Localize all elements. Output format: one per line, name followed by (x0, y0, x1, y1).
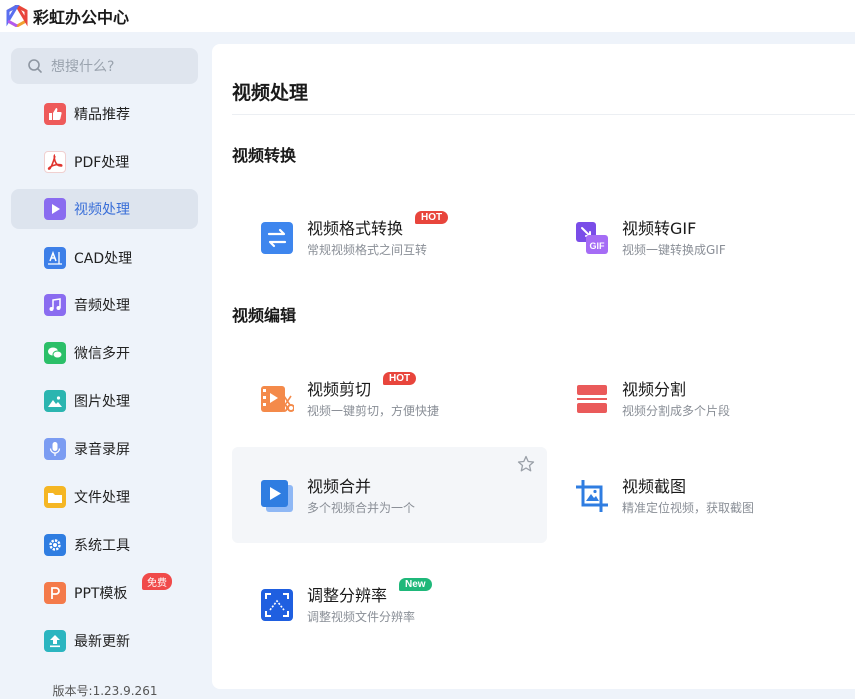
video-cut-card[interactable]: 视频剪切 HOT 视频一键剪切，方便快捷 (232, 350, 547, 446)
wechat-icon (44, 342, 66, 364)
merge-icon (261, 480, 293, 512)
card-title: 视频合并 (307, 477, 372, 496)
card-desc: 调整视频文件分辨率 (307, 610, 416, 624)
sidebar-item-label: 录音录屏 (74, 442, 130, 458)
card-title: 视频格式转换 (307, 219, 404, 238)
main-panel: 视频处理 视频转换 视频格式转换 HOT 常规视频格式之间互转 GIF 视频转G… (212, 44, 855, 689)
sidebar-item-cad[interactable]: CAD处理 (11, 238, 198, 278)
card-title: 视频剪切 (307, 380, 372, 399)
card-desc: 多个视频合并为一个 (307, 501, 416, 515)
sidebar-item-audio[interactable]: 音频处理 (11, 285, 198, 325)
sidebar-item-ppt[interactable]: PPT模板 免费 (11, 573, 198, 613)
search-icon (28, 59, 42, 73)
gif-icon: GIF (576, 222, 608, 254)
pdf-icon (44, 151, 66, 173)
video-merge-card[interactable]: 视频合并 多个视频合并为一个 (232, 447, 547, 543)
new-tag: New (399, 578, 432, 591)
adjust-resolution-card[interactable]: 调整分辨率 New 调整视频文件分辨率 (232, 556, 547, 652)
version-label: 版本号:1.23.9.261 (52, 684, 158, 698)
video-to-gif-card[interactable]: GIF 视频转GIF 视频一键转换成GIF (547, 189, 855, 285)
cad-icon (44, 247, 66, 269)
card-title: 调整分辨率 (307, 586, 388, 605)
sidebar-item-video[interactable]: 视频处理 (11, 189, 198, 229)
sidebar-item-featured[interactable]: 精品推荐 (11, 94, 198, 134)
card-desc: 常规视频格式之间互转 (307, 243, 428, 257)
sidebar-item-label: 精品推荐 (74, 107, 130, 123)
section-title: 视频转换 (232, 146, 297, 165)
upload-icon (44, 630, 66, 652)
convert-arrows-icon (261, 222, 293, 254)
sidebar: 想搜什么? 精品推荐 PDF处理 视频处理 CAD处理 音频处理 微信多开 图片… (0, 32, 212, 699)
sidebar-item-label: PDF处理 (74, 155, 130, 171)
free-badge: 免费 (142, 573, 172, 590)
microphone-icon (44, 438, 66, 460)
card-desc: 视频分割成多个片段 (622, 404, 731, 418)
card-desc: 视频一键转换成GIF (622, 243, 726, 257)
sidebar-item-label: CAD处理 (74, 251, 133, 267)
hot-tag: HOT (415, 211, 449, 224)
folder-icon (44, 486, 66, 508)
video-format-convert-card[interactable]: 视频格式转换 HOT 常规视频格式之间互转 (232, 189, 547, 285)
sidebar-item-label: 音频处理 (74, 298, 130, 314)
sidebar-item-image[interactable]: 图片处理 (11, 381, 198, 421)
thumbs-up-icon (44, 103, 66, 125)
resolution-icon (261, 589, 293, 621)
sidebar-item-updates[interactable]: 最新更新 (11, 621, 198, 661)
sidebar-item-label: 最新更新 (74, 634, 130, 650)
video-cut-icon (261, 386, 294, 412)
search-input[interactable]: 想搜什么? (11, 48, 198, 84)
play-icon (44, 198, 66, 220)
star-icon[interactable] (517, 455, 535, 473)
sidebar-item-label: 图片处理 (74, 394, 130, 410)
page-title: 视频处理 (232, 82, 309, 104)
video-split-card[interactable]: 视频分割 视频分割成多个片段 (547, 350, 855, 446)
app-title: 彩虹办公中心 (33, 8, 130, 27)
sidebar-item-label: PPT模板 (74, 586, 128, 602)
sidebar-item-pdf[interactable]: PDF处理 (11, 142, 198, 182)
card-desc: 精准定位视频，获取截图 (622, 501, 755, 515)
title-bar: 彩虹办公中心 (0, 0, 855, 32)
card-desc: 视频一键剪切，方便快捷 (307, 404, 440, 418)
app-logo-icon (6, 5, 28, 27)
split-icon (577, 385, 607, 413)
crop-icon (576, 480, 608, 512)
card-title: 视频截图 (622, 477, 687, 496)
video-screenshot-card[interactable]: 视频截图 精准定位视频，获取截图 (547, 447, 855, 543)
svg-text:GIF: GIF (590, 241, 606, 251)
sidebar-item-label: 视频处理 (74, 202, 130, 218)
sidebar-item-system-tools[interactable]: 系统工具 (11, 525, 198, 565)
sidebar-item-recording[interactable]: 录音录屏 (11, 429, 198, 469)
sidebar-item-label: 系统工具 (74, 538, 130, 554)
search-placeholder: 想搜什么? (51, 59, 115, 75)
sidebar-item-wechat[interactable]: 微信多开 (11, 333, 198, 373)
gear-icon (44, 534, 66, 556)
card-title: 视频转GIF (622, 219, 697, 238)
hot-tag: HOT (383, 372, 417, 385)
sidebar-item-files[interactable]: 文件处理 (11, 477, 198, 517)
ppt-icon (44, 582, 66, 604)
divider (232, 114, 855, 115)
sidebar-item-label: 微信多开 (74, 346, 130, 362)
image-icon (44, 390, 66, 412)
sidebar-item-label: 文件处理 (74, 490, 130, 506)
section-title: 视频编辑 (232, 306, 297, 325)
card-title: 视频分割 (622, 380, 687, 399)
music-icon (44, 294, 66, 316)
